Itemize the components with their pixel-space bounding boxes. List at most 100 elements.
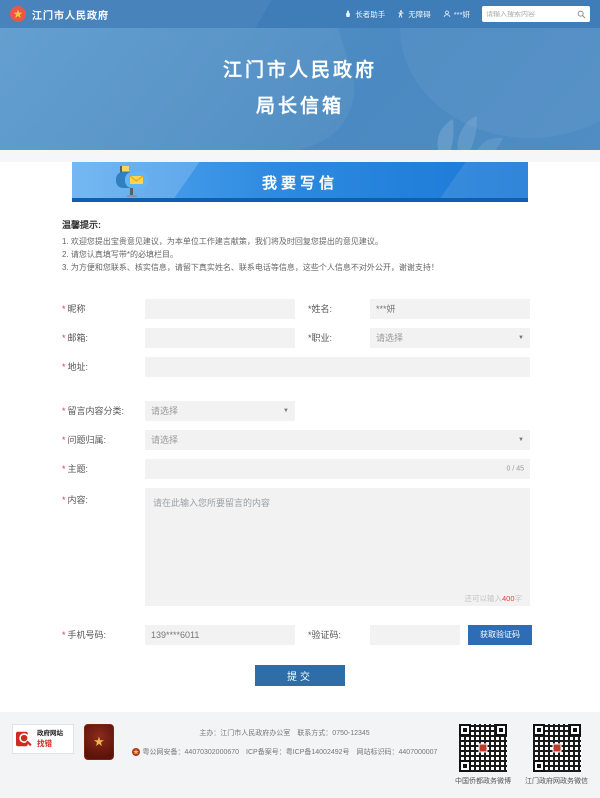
qr-finder: [459, 760, 471, 772]
qr-wechat: 江门政府网政务微信: [525, 724, 588, 786]
content-field: 还可以输入400字: [145, 488, 530, 611]
qr-logo: [552, 744, 561, 753]
user-account[interactable]: ***妍: [443, 9, 470, 20]
required-mark: *: [62, 495, 66, 505]
write-letter-banner: 我要写信: [72, 162, 528, 202]
banner-title: 我要写信: [262, 172, 338, 193]
username-label: ***妍: [454, 9, 470, 20]
page-title-line1: 江门市人民政府: [223, 53, 377, 89]
footer: 政府网站 找错 ★ 主办：江门市人民政府办公室 联系方式：0750-12345 …: [0, 712, 600, 798]
police-shield-icon: [132, 748, 140, 756]
captcha-label-text: 验证码:: [312, 630, 342, 640]
category-label-text: 留言内容分类:: [68, 406, 125, 416]
top-navigation: 长者助手 无障碍 ***妍: [344, 6, 590, 22]
qr-finder: [459, 724, 471, 736]
name-label: *姓名:: [308, 302, 370, 315]
host-line: 主办：江门市人民政府办公室 联系方式：0750-12345: [114, 728, 455, 738]
mailbox-icon: [114, 165, 150, 199]
search-icon[interactable]: [577, 10, 586, 19]
form-row: *留言内容分类: 请选择 ▼: [62, 401, 538, 421]
occupation-label: *职业:: [308, 331, 370, 344]
form-row: *内容: 还可以输入400字: [62, 488, 538, 611]
name-label-text: 姓名:: [312, 304, 333, 314]
qr-code-weibo: [459, 724, 507, 772]
find-error-line2: 找错: [37, 739, 63, 748]
belong-select[interactable]: 请选择 ▼: [145, 430, 530, 450]
email-label-text: 邮箱:: [68, 333, 89, 343]
subject-label: *主题:: [62, 462, 145, 475]
tips-line: 2. 请您认真填写带*的必填栏目。: [62, 248, 538, 261]
belong-select-value: 请选择: [151, 433, 178, 446]
content-label-text: 内容:: [68, 495, 89, 505]
tips-line: 1. 欢迎您提出宝贵意见建议，为本单位工作建言献策，我们将及时回复您提出的意见建…: [62, 235, 538, 248]
subject-counter: 0 / 45: [506, 465, 524, 472]
submit-button[interactable]: 提交: [255, 665, 345, 686]
phone-input[interactable]: [145, 625, 295, 645]
email-input[interactable]: [145, 328, 295, 348]
find-error-icon: [16, 730, 34, 748]
tips-section: 温馨提示: 1. 欢迎您提出宝贵意见建议，为本单位工作建言献策，我们将及时回复您…: [62, 218, 538, 275]
elder-assistant-link[interactable]: 长者助手: [344, 9, 385, 20]
search-input[interactable]: [486, 11, 574, 18]
find-error-line1: 政府网站: [37, 730, 63, 738]
find-error-badge[interactable]: 政府网站 找错: [12, 724, 74, 754]
chevron-down-icon: ▼: [518, 335, 524, 341]
subject-field: 0 / 45: [145, 459, 530, 479]
belong-label-text: 问题归属:: [68, 435, 107, 445]
lotus-decor-icon: [415, 94, 505, 150]
nickname-label: *昵称: [62, 302, 145, 315]
chevron-down-icon: ▼: [518, 437, 524, 443]
required-mark: *: [62, 406, 66, 416]
nickname-input[interactable]: [145, 299, 295, 319]
email-label: *邮箱:: [62, 331, 145, 344]
get-captcha-button[interactable]: 获取验证码: [468, 625, 532, 645]
required-mark: *: [62, 304, 66, 314]
remaining-prefix: 还可以输入: [464, 594, 502, 603]
remaining-number: 400: [502, 594, 515, 603]
accessibility-label: 无障碍: [408, 9, 431, 20]
gov-badge-icon: ★: [93, 734, 105, 750]
content-label: *内容:: [62, 488, 145, 506]
site-name: 江门市人民政府: [32, 7, 109, 22]
find-error-text: 政府网站 找错: [37, 730, 63, 747]
record-line: 粤公网安备：44070302000670 ICP备案号：粤ICP备1400249…: [132, 747, 438, 757]
footer-qrcodes: 中国侨都政务微博 江门政府网政务微信: [455, 724, 588, 786]
party-gov-badge[interactable]: ★: [84, 724, 114, 760]
phone-label-text: 手机号码:: [68, 630, 107, 640]
accessibility-icon: [397, 10, 405, 18]
qr-wechat-label: 江门政府网政务微信: [525, 776, 588, 786]
occupation-label-text: 职业:: [312, 333, 333, 343]
form-row: *地址:: [62, 357, 538, 377]
elder-assistant-label: 长者助手: [355, 9, 385, 20]
hero-banner: 江门市人民政府 局长信箱: [0, 28, 600, 150]
name-input[interactable]: [370, 299, 530, 319]
occupation-select-value: 请选择: [376, 331, 403, 344]
letter-form: *昵称 *姓名: *邮箱: *职业: 请选择 ▼ *地址: *留言内容分类: 请…: [62, 299, 538, 686]
captcha-label: *验证码:: [308, 628, 370, 641]
qr-logo: [479, 744, 488, 753]
nickname-label-text: 昵称: [68, 304, 86, 314]
user-icon: [443, 10, 451, 18]
qr-finder: [495, 724, 507, 736]
captcha-input[interactable]: [370, 625, 460, 645]
chevron-down-icon: ▼: [283, 408, 289, 414]
qr-finder: [533, 760, 545, 772]
tips-line: 3. 为方便和您联系、核实信息，请留下真实姓名、联系电话等信息，这些个人信息不对…: [62, 261, 538, 274]
address-label: *地址:: [62, 360, 145, 373]
address-input[interactable]: [145, 357, 530, 377]
content-textarea[interactable]: [145, 488, 530, 606]
form-row: *问题归属: 请选择 ▼: [62, 430, 538, 450]
accessibility-link[interactable]: 无障碍: [397, 9, 431, 20]
national-emblem-icon: [10, 6, 26, 22]
search-box: [482, 6, 590, 22]
required-mark: *: [62, 630, 66, 640]
subject-input[interactable]: [145, 459, 530, 479]
required-mark: *: [62, 362, 66, 372]
category-select[interactable]: 请选择 ▼: [145, 401, 295, 421]
footer-badges: 政府网站 找错 ★: [12, 724, 114, 760]
required-mark: *: [62, 333, 66, 343]
form-row: *昵称 *姓名:: [62, 299, 538, 319]
page-title: 江门市人民政府 局长信箱: [223, 53, 377, 125]
occupation-select[interactable]: 请选择 ▼: [370, 328, 530, 348]
site-logo[interactable]: 江门市人民政府: [10, 6, 109, 22]
